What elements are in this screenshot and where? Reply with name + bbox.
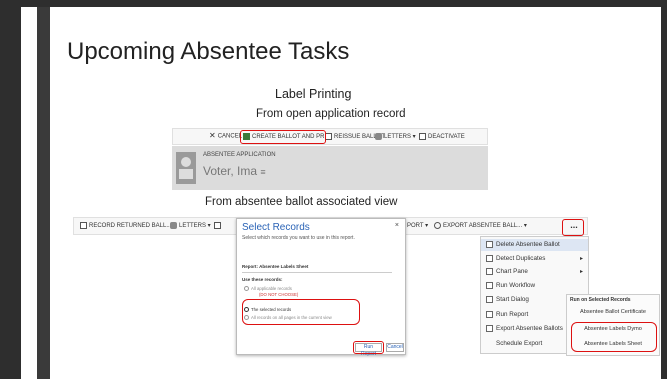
dialog-subtitle: Select which records you want to use in … (242, 235, 355, 241)
report-name: Report: Absentee Labels Sheet (242, 264, 309, 269)
document-icon (419, 133, 426, 140)
use-records-label: Use these records: (242, 277, 283, 282)
menu-item-detect-duplicates[interactable]: Detect Duplicates ▸ (481, 253, 588, 265)
report-icon (486, 310, 493, 318)
export-absentee-button[interactable]: EXPORT ABSENTEE BALL... ▾ (434, 222, 527, 229)
duplicates-icon (486, 254, 493, 262)
record-header: ABSENTEE APPLICATION Voter, Ima ≡ (172, 146, 488, 190)
cancel-button[interactable]: ✕ CANCEL (209, 131, 242, 140)
application-command-bar: ✕ CANCEL CREATE BALLOT AND PRI... REISSUE… (172, 128, 488, 145)
submenu-header: Run on Selected Records (570, 297, 631, 303)
highlight-more-button (562, 219, 584, 236)
close-icon[interactable]: × (395, 222, 399, 229)
chevron-right-icon: ▸ (579, 256, 583, 262)
highlight-run-report (353, 341, 384, 354)
workflow-icon (486, 281, 493, 289)
deactivate-button[interactable]: DEACTIVATE (419, 133, 465, 140)
menu-item-run-workflow[interactable]: Run Workflow (481, 280, 588, 292)
menu-item-delete[interactable]: Delete Absentee Ballot (481, 239, 588, 251)
close-icon: ✕ (209, 131, 216, 140)
option-warning: (DO NOT CHOOSE) (259, 292, 299, 297)
record-returned-button[interactable]: RECORD RETURNED BALL... (80, 222, 171, 229)
caption-open-record: From open application record (256, 108, 406, 120)
export-icon (486, 324, 493, 332)
menu-item-chart-pane[interactable]: Chart Pane ▸ (481, 266, 588, 278)
avatar (176, 152, 196, 184)
export-button[interactable]: PORT ▾ (407, 222, 428, 229)
submenu-item-certificate[interactable]: Absentee Ballot Certificate (567, 309, 659, 315)
record-name[interactable]: Voter, Ima ≡ (203, 164, 266, 178)
highlight-record-options (242, 299, 360, 325)
document-icon[interactable] (214, 222, 223, 229)
slide-title: Upcoming Absentee Tasks (67, 38, 350, 65)
select-records-dialog: Select Records × Select which records yo… (236, 218, 406, 357)
cancel-button[interactable]: Cancel (386, 343, 404, 352)
caption-associated-view: From absentee ballot associated view (205, 196, 398, 208)
document-icon (80, 222, 87, 229)
document-icon (325, 133, 332, 140)
letters-button[interactable]: LETTERS ▾ (375, 133, 416, 140)
run-report-submenu: Run on Selected Records Absentee Ballot … (566, 294, 660, 356)
chart-icon (486, 267, 493, 275)
slide-accent-bar (37, 7, 50, 379)
record-type: ABSENTEE APPLICATION (203, 152, 276, 158)
option-all-applicable[interactable]: All applicable records (244, 286, 292, 292)
highlight-label-reports (571, 322, 657, 352)
divider (242, 272, 392, 273)
letters-icon (375, 133, 382, 140)
export-icon (434, 222, 441, 229)
dialog-icon (486, 295, 493, 303)
highlight-create-ballot (240, 130, 326, 144)
dialog-title: Select Records (242, 222, 310, 233)
menu-icon[interactable]: ≡ (260, 167, 265, 177)
slide-subtitle: Label Printing (275, 87, 352, 101)
chevron-right-icon: ▸ (579, 269, 583, 275)
letters-button[interactable]: LETTERS ▾ (170, 222, 211, 229)
radio-icon (244, 286, 249, 292)
letters-icon (170, 222, 177, 229)
delete-icon (486, 240, 493, 248)
